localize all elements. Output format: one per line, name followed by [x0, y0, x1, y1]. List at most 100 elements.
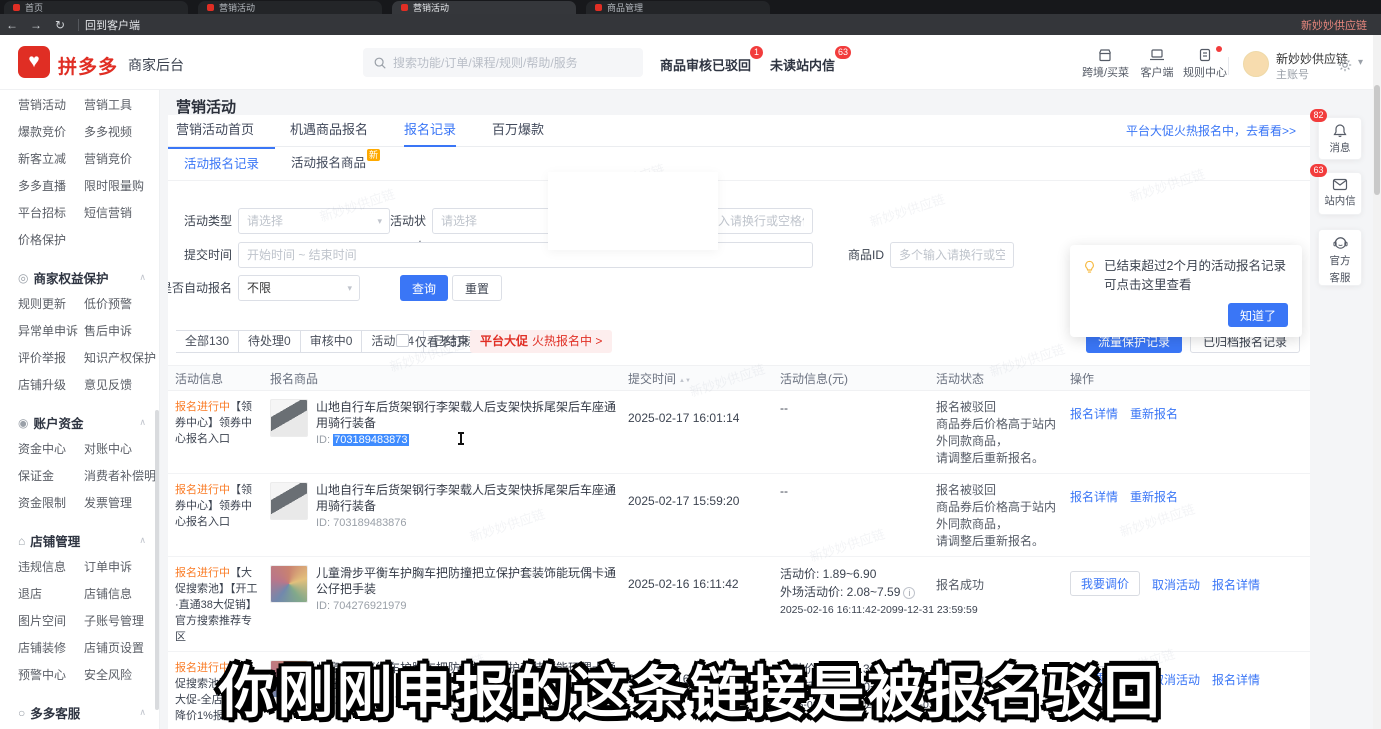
rules-center-link[interactable]: 规则中心 [1182, 48, 1228, 80]
browser-tab[interactable]: 首页 [4, 1, 188, 14]
subtab-activity-records[interactable]: 活动报名记录 [168, 147, 275, 180]
sidebar-item[interactable]: 保证金 [18, 463, 84, 490]
sidebar-item[interactable]: 价格保护 [18, 227, 84, 254]
query-button[interactable]: 查询 [400, 275, 448, 301]
got-it-button[interactable]: 知道了 [1228, 303, 1288, 327]
signup-detail-link[interactable]: 报名详情 [1212, 571, 1260, 593]
sidebar-item[interactable]: 爆款竞价 [18, 119, 84, 146]
tabs-row: 营销活动首页 机遇商品报名 报名记录 百万爆款 平台大促火热报名中，去看看>> [168, 115, 1310, 147]
sidebar-item[interactable]: 店铺信息 [84, 581, 159, 608]
avatar[interactable] [1243, 51, 1269, 77]
sidebar-item[interactable]: 评价举报 [18, 345, 84, 372]
site-mail-rail-button[interactable]: 63 站内信 [1318, 172, 1362, 215]
sidebar-item[interactable]: 意见反馈 [84, 372, 159, 399]
client-app-link[interactable]: 客户端 [1134, 48, 1180, 80]
unread-inbox-link[interactable]: 未读站内信 63 [770, 55, 835, 74]
tab-opportunity-signup[interactable]: 机遇商品报名 [290, 115, 368, 147]
sidebar-group-header[interactable]: ⌂ 店铺管理 ∧ [18, 531, 146, 550]
promo-signup-link[interactable]: 平台大促火热报名中，去看看>> [1126, 122, 1296, 139]
tab-million-hits[interactable]: 百万爆款 [492, 115, 544, 147]
forward-icon[interactable]: → [24, 18, 48, 32]
global-search[interactable] [363, 48, 643, 77]
status-chip[interactable]: 全部130 [176, 330, 239, 353]
sidebar-item[interactable]: 退店 [18, 581, 84, 608]
new-badge: 新 [367, 149, 380, 161]
sidebar-item[interactable]: 平台招标 [18, 200, 84, 227]
sidebar-item[interactable]: 营销工具 [84, 92, 159, 119]
reload-icon[interactable]: ↻ [48, 18, 72, 32]
divider [78, 19, 79, 31]
back-to-client-link[interactable]: 回到客户端 [85, 17, 140, 33]
sidebar-item[interactable]: 预警中心 [18, 662, 84, 689]
sidebar-item[interactable]: 多多视频 [84, 119, 159, 146]
auto-signup-select[interactable]: 不限 ▾ [238, 275, 360, 301]
sortable-header[interactable]: 提交时间▲▼ [628, 370, 780, 387]
info-icon[interactable] [903, 587, 915, 599]
sidebar-item[interactable]: 多多直播 [18, 173, 84, 200]
tab-marketing-home[interactable]: 营销活动首页 [176, 115, 254, 147]
tab-signup-records[interactable]: 报名记录 [404, 115, 456, 147]
content-card: 营销活动首页 机遇商品报名 报名记录 百万爆款 平台大促火热报名中，去看看>> … [168, 115, 1310, 729]
sidebar-item[interactable]: 资金限制 [18, 490, 84, 517]
sidebar-item[interactable]: 发票管理 [84, 490, 160, 517]
table-row: 报名进行中【大促搜索池】【开工·直通38大促销】官方搜索推荐专区 儿童滑步平衡车… [168, 557, 1310, 652]
goods-id-input[interactable] [890, 242, 1014, 268]
sidebar-item[interactable]: 规则更新 [18, 291, 84, 318]
sidebar-item[interactable]: 限时限量购 [84, 173, 159, 200]
reset-button[interactable]: 重置 [452, 275, 502, 301]
back-icon[interactable]: ← [0, 18, 24, 32]
subtab-activity-goods[interactable]: 活动报名商品 新 [275, 147, 382, 180]
chevron-down-icon[interactable]: ▾ [1358, 57, 1363, 68]
sort-icon[interactable]: ▲▼ [679, 379, 691, 384]
adjust-price-button[interactable]: 我要调价 [1070, 571, 1140, 596]
table-row: 报名进行中【领券中心】领券中心报名入口 山地自行车后货架钢行李架载人后支架快拆尾… [168, 391, 1310, 474]
sidebar-item[interactable]: 订单申诉 [84, 554, 159, 581]
sidebar-item[interactable]: 营销活动 [18, 92, 84, 119]
sidebar-group-header[interactable]: ◉ 账户资金 ∧ [18, 413, 146, 432]
sidebar-item[interactable]: 违规信息 [18, 554, 84, 581]
settings-gear-icon[interactable] [1338, 58, 1352, 72]
re-signup-link[interactable]: 重新报名 [1130, 405, 1178, 422]
sidebar-item[interactable]: 知识产权保护 [84, 345, 159, 372]
chevron-up-icon: ∧ [139, 417, 146, 428]
status-chip[interactable]: 待处理0 [239, 330, 301, 353]
status-chip[interactable]: 审核中0 [301, 330, 363, 353]
browser-tab[interactable]: 商品管理 [586, 1, 770, 14]
sidebar-item[interactable]: 低价预警 [84, 291, 159, 318]
sidebar-item[interactable]: 店铺装修 [18, 635, 84, 662]
sidebar-item[interactable]: 图片空间 [18, 608, 84, 635]
crossborder-link[interactable]: 跨境/买菜 [1082, 48, 1128, 80]
signup-detail-link[interactable]: 报名详情 [1070, 488, 1118, 505]
official-service-rail-button[interactable]: 官方 客服 [1318, 229, 1362, 286]
sidebar-group-header[interactable]: ◎ 商家权益保护 ∧ [18, 268, 146, 287]
platform-sale-pill[interactable]: 平台大促火热报名中 > [470, 330, 612, 353]
sidebar-item[interactable]: 消费者补偿明细 [84, 463, 160, 490]
page-scrollbar[interactable] [1373, 35, 1381, 729]
search-input[interactable] [393, 56, 623, 70]
sidebar-item[interactable]: 对账中心 [84, 436, 160, 463]
browser-tab-active[interactable]: 营销活动 [392, 1, 576, 14]
browser-tab[interactable]: 营销活动 [198, 1, 382, 14]
review-rejected-link[interactable]: 商品审核已驳回 1 [660, 55, 751, 74]
shield-icon: ◎ [18, 271, 28, 285]
cancel-activity-link[interactable]: 取消活动 [1152, 571, 1200, 593]
sidebar-item[interactable]: 短信营销 [84, 200, 159, 227]
re-signup-link[interactable]: 重新报名 [1130, 488, 1178, 505]
messages-rail-button[interactable]: 82 消息 [1318, 117, 1362, 160]
sidebar-item[interactable]: 店铺升级 [18, 372, 84, 399]
activity-type-select[interactable]: 请选择 ▾ [238, 208, 390, 234]
sidebar-item[interactable]: 售后申诉 [84, 318, 159, 345]
browser-profile-label[interactable]: 新妙妙供应链 [1301, 17, 1367, 33]
signup-detail-link[interactable]: 报名详情 [1070, 405, 1118, 422]
submit-time-range-input[interactable] [238, 242, 813, 268]
sidebar-item[interactable]: 资金中心 [18, 436, 84, 463]
untagged-only-checkbox[interactable] [396, 334, 409, 347]
sidebar-group-rights: ◎ 商家权益保护 ∧ 规则更新低价预警异常单申诉售后申诉评价举报知识产权保护店铺… [18, 268, 159, 399]
scrollbar-thumb[interactable] [1374, 85, 1380, 195]
pinduoduo-logo-icon[interactable]: ♥ [18, 46, 50, 78]
sidebar-item[interactable]: 子账号管理 [84, 608, 159, 635]
sidebar-item[interactable]: 异常单申诉 [18, 318, 84, 345]
sidebar-item[interactable]: 营销竞价 [84, 146, 159, 173]
sidebar-item[interactable]: 新客立减 [18, 146, 84, 173]
subtabs-row: 活动报名记录 活动报名商品 新 [168, 147, 1310, 181]
